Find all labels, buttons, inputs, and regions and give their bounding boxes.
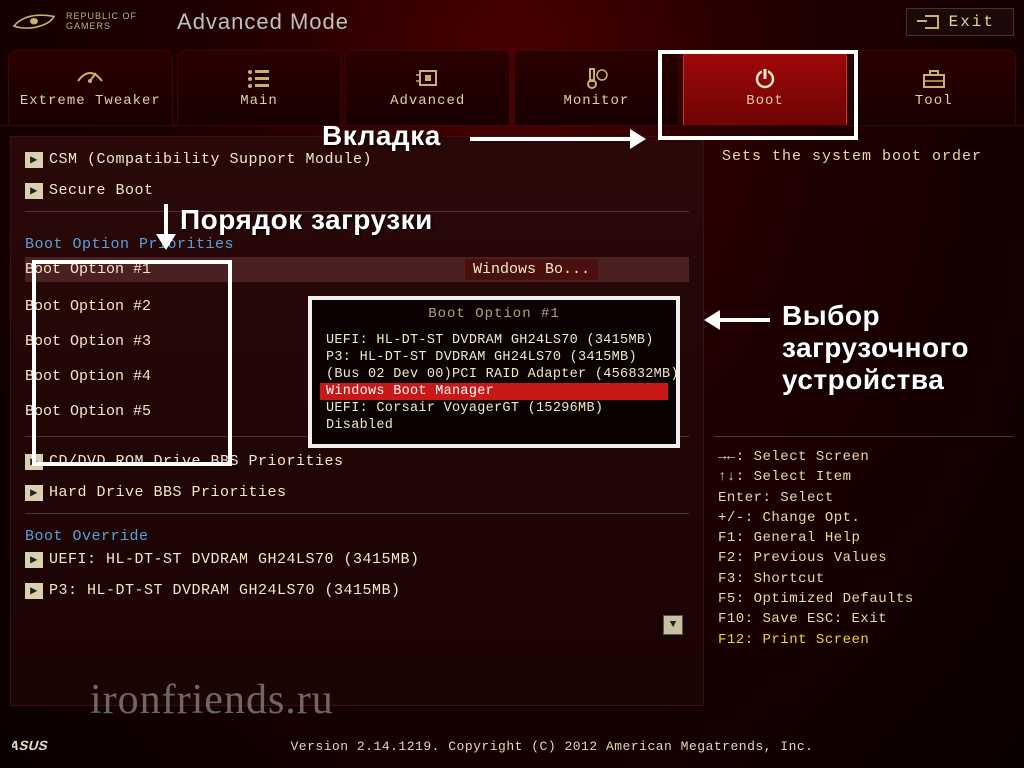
separator [25,513,689,514]
tab-monitor[interactable]: Monitor [514,50,679,125]
footer: ASUS Version 2.14.1219. Copyright (C) 20… [0,728,1024,768]
tweaker-icon [76,67,104,89]
chip-icon [414,67,442,89]
expand-icon: ▶ [25,454,43,470]
annotation-device-label: Выбор загрузочного устройства [782,300,969,397]
override-item-1[interactable]: ▶ P3: HL-DT-ST DVDRAM GH24LS70 (3415MB) [25,580,689,601]
list-icon [245,67,273,89]
rog-eye-icon [10,10,58,34]
tab-extreme-tweaker[interactable]: Extreme Tweaker [8,50,173,125]
thermometer-icon [582,67,610,89]
tab-tool[interactable]: Tool [851,50,1016,125]
copyright: Version 2.14.1219. Copyright (C) 2012 Am… [92,739,1012,754]
tab-bar: Extreme Tweaker Main Advanced Monitor Bo… [0,50,1024,126]
mode-title: Advanced Mode [177,9,349,35]
boot-option-popup: Boot Option #1 UEFI: HL-DT-ST DVDRAM GH2… [308,296,680,448]
menu-hdd-bbs[interactable]: ▶ Hard Drive BBS Priorities [25,482,689,503]
expand-icon: ▶ [25,183,43,199]
annotation-arrow-left [710,318,770,322]
brand-line2: GAMERS [66,22,137,32]
popup-list: UEFI: HL-DT-ST DVDRAM GH24LS70 (3415MB) … [312,332,676,444]
menu-csm[interactable]: ▶ CSM (Compatibility Support Module) [25,149,689,170]
popup-item-selected[interactable]: Windows Boot Manager [320,383,668,400]
override-item-0[interactable]: ▶ UEFI: HL-DT-ST DVDRAM GH24LS70 (3415MB… [25,549,689,570]
boot-option-1[interactable]: Boot Option #1 Windows Bo... [25,257,689,282]
tab-advanced[interactable]: Advanced [345,50,510,125]
exit-icon [925,15,939,29]
top-bar: REPUBLIC OF GAMERS Advanced Mode Exit [0,0,1024,44]
tab-boot[interactable]: Boot [683,50,848,125]
exit-button[interactable]: Exit [906,8,1014,36]
expand-icon: ▶ [25,552,43,568]
expand-icon: ▶ [25,485,43,501]
scroll-down-button[interactable]: ▼ [663,615,683,635]
boot-priorities-heading: Boot Option Priorities [25,236,689,253]
popup-item[interactable]: (Bus 02 Dev 00)PCI RAID Adapter (456832M… [320,366,668,383]
power-icon [751,67,779,89]
hotkey-legend: →←: Select Screen ↑↓: Select Item Enter:… [714,436,1014,660]
rog-logo: REPUBLIC OF GAMERS [10,10,137,34]
expand-icon: ▶ [25,583,43,599]
popup-item[interactable]: Disabled [320,417,668,434]
annotation-order-label: Порядок загрузки [180,204,433,236]
tab-main[interactable]: Main [177,50,342,125]
svg-text:ASUS: ASUS [12,738,50,753]
help-panel: Sets the system boot order →←: Select Sc… [714,136,1014,706]
expand-icon: ▶ [25,152,43,168]
annotation-arrow-down [164,204,168,244]
popup-item[interactable]: P3: HL-DT-ST DVDRAM GH24LS70 (3415MB) [320,349,668,366]
asus-logo: ASUS [12,734,92,758]
watermark: ironfriends.ru [90,676,334,724]
annotation-arrow-right [470,137,640,141]
annotation-tab-label: Вкладка [322,120,441,152]
menu-cdrom-bbs[interactable]: ▶ CD/DVD ROM Drive BBS Priorities [25,451,689,472]
boot-option-1-value[interactable]: Windows Bo... [465,259,598,280]
popup-title: Boot Option #1 [312,300,676,332]
popup-item[interactable]: UEFI: Corsair VoyagerGT (15296MB) [320,400,668,417]
exit-label: Exit [949,13,995,31]
popup-item[interactable]: UEFI: HL-DT-ST DVDRAM GH24LS70 (3415MB) [320,332,668,349]
toolbox-icon [920,67,948,89]
menu-secure-boot[interactable]: ▶ Secure Boot [25,180,689,201]
boot-override-heading: Boot Override [25,528,689,545]
